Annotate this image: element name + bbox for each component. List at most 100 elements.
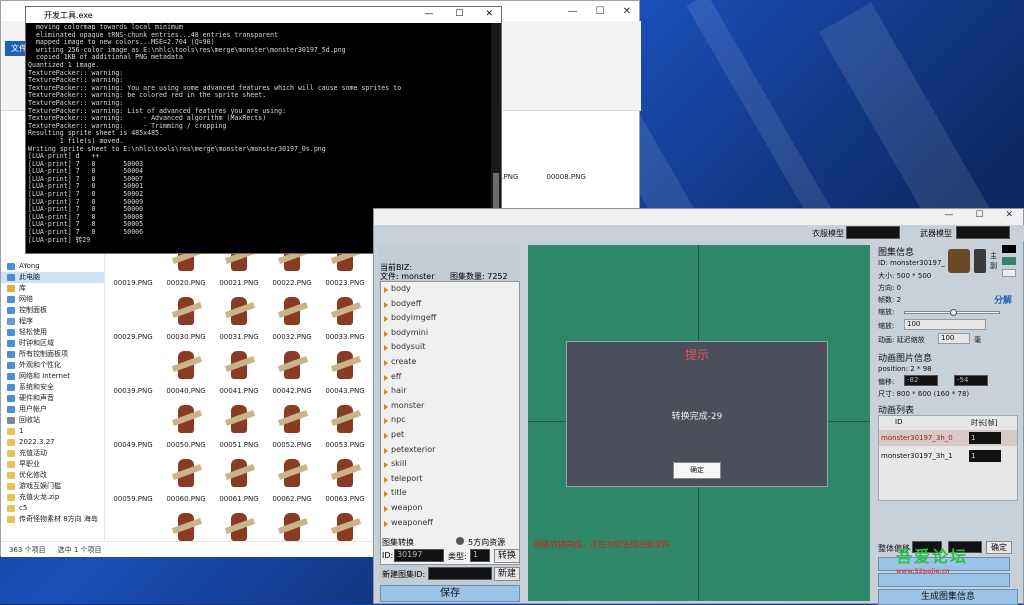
- offset-x-input[interactable]: -82: [904, 375, 938, 386]
- tree-folder-item[interactable]: create: [381, 355, 519, 370]
- tree-folder-item[interactable]: skill: [381, 457, 519, 472]
- nav-item[interactable]: 程序: [1, 316, 104, 327]
- anim-row-duration[interactable]: 1: [969, 432, 1001, 444]
- nav-item[interactable]: 时钟和区域: [1, 338, 104, 349]
- file-thumbnail[interactable]: 00039.PNG: [109, 347, 157, 400]
- scale2-input[interactable]: 100: [904, 319, 986, 330]
- nav-item[interactable]: 充值活动: [1, 448, 104, 459]
- file-thumbnail[interactable]: 00032.PNG: [268, 293, 316, 346]
- nav-item[interactable]: 外观和个性化: [1, 360, 104, 371]
- color-swatch-gray[interactable]: [1002, 269, 1016, 277]
- file-thumbnail[interactable]: 00062.PNG: [268, 455, 316, 508]
- tree-folder-item[interactable]: pet: [381, 428, 519, 443]
- weapon-model-field[interactable]: [956, 226, 1010, 239]
- dialog-ok-button[interactable]: 确定: [673, 462, 721, 479]
- nav-item[interactable]: 控制面板: [1, 305, 104, 316]
- file-thumbnail[interactable]: 00041.PNG: [215, 347, 263, 400]
- file-thumbnail[interactable]: 00043.PNG: [321, 347, 369, 400]
- nav-item[interactable]: 用户帐户: [1, 404, 104, 415]
- file-thumbnail[interactable]: 00029.PNG: [109, 293, 157, 346]
- nav-item[interactable]: 传奇怪物素材 8方向 海岛: [1, 514, 104, 525]
- file-thumbnail[interactable]: 00049.PNG: [109, 401, 157, 454]
- nav-item[interactable]: 硬件和声音: [1, 393, 104, 404]
- file-thumbnail[interactable]: 00050.PNG: [162, 401, 210, 454]
- color-swatch-teal[interactable]: [1002, 257, 1016, 265]
- nav-item[interactable]: 系统和安全: [1, 382, 104, 393]
- nav-item[interactable]: 2022.3.27: [1, 437, 104, 448]
- monster-sprite-image: [272, 293, 312, 331]
- tree-folder-item[interactable]: body: [381, 282, 519, 297]
- file-thumbnail[interactable]: 00063.PNG: [321, 455, 369, 508]
- generate-atlas-info-button[interactable]: 生成图集信息: [878, 589, 1018, 605]
- color-swatch-black[interactable]: [1002, 245, 1016, 253]
- tree-folder-item[interactable]: weaponeff: [381, 516, 519, 531]
- cloth-model-field[interactable]: [846, 226, 900, 239]
- tree-folder-item[interactable]: bodysuit: [381, 340, 519, 355]
- anim-row-duration[interactable]: 1: [969, 450, 1001, 462]
- file-item[interactable]: 00008.PNG: [546, 173, 585, 181]
- file-thumbnail[interactable]: 00040.PNG: [162, 347, 210, 400]
- type-input[interactable]: 1: [470, 549, 490, 562]
- save-button[interactable]: 保存: [380, 585, 520, 602]
- minimize-icon[interactable]: —: [944, 210, 953, 220]
- tree-folder-item[interactable]: petexterior: [381, 443, 519, 458]
- file-thumbnail[interactable]: 00033.PNG: [321, 293, 369, 346]
- file-thumbnail[interactable]: 00030.PNG: [162, 293, 210, 346]
- file-thumbnail[interactable]: 00031.PNG: [215, 293, 263, 346]
- convert-button[interactable]: 转换: [494, 549, 520, 563]
- nav-item[interactable]: 1: [1, 426, 104, 437]
- tree-folder-item[interactable]: weapon: [381, 501, 519, 516]
- anim-delay-input[interactable]: 100: [938, 333, 970, 344]
- file-thumbnail[interactable]: 00053.PNG: [321, 401, 369, 454]
- nav-item[interactable]: c5: [1, 503, 104, 514]
- maximize-icon[interactable]: ☐: [596, 6, 605, 17]
- tool-titlebar: — ☐ ✕: [374, 209, 1023, 225]
- scale-slider-knob[interactable]: [950, 309, 957, 316]
- close-icon[interactable]: ✕: [485, 9, 493, 19]
- tree-folder-item[interactable]: bodyeff: [381, 297, 519, 312]
- nav-item[interactable]: 库: [1, 283, 104, 294]
- tree-folder-item[interactable]: bodyimgeff: [381, 311, 519, 326]
- nav-item[interactable]: 网络: [1, 294, 104, 305]
- nav-item[interactable]: 充值火龙.zip: [1, 492, 104, 503]
- id-input[interactable]: 30197: [394, 549, 444, 562]
- nav-item[interactable]: 此电脑: [1, 272, 104, 283]
- nav-item[interactable]: AYong: [1, 261, 104, 272]
- tree-folder-item[interactable]: npc: [381, 413, 519, 428]
- file-thumbnail[interactable]: 00061.PNG: [215, 455, 263, 508]
- tree-folder-item[interactable]: title: [381, 486, 519, 501]
- minimize-icon[interactable]: —: [568, 6, 578, 17]
- nav-item[interactable]: 轻松使用: [1, 327, 104, 338]
- tree-folder-item[interactable]: teleport: [381, 472, 519, 487]
- nav-item-label: 1: [19, 427, 24, 435]
- file-thumbnail[interactable]: 00059.PNG: [109, 455, 157, 508]
- anim-row[interactable]: monster30197_3h_1 1: [879, 448, 1017, 464]
- close-icon[interactable]: ✕: [623, 6, 631, 17]
- tree-folder-item[interactable]: monster: [381, 399, 519, 414]
- nav-item[interactable]: 网络和 Internet: [1, 371, 104, 382]
- new-button[interactable]: 新建: [494, 567, 520, 581]
- offset-confirm-button[interactable]: 确定: [986, 541, 1012, 554]
- nav-item[interactable]: 优化修改: [1, 470, 104, 481]
- new-atlas-input[interactable]: [428, 567, 492, 580]
- file-thumbnail[interactable]: 00051.PNG: [215, 401, 263, 454]
- offset-y-input[interactable]: -54: [954, 375, 988, 386]
- five-dir-radio[interactable]: [456, 537, 464, 545]
- file-thumbnail[interactable]: 00060.PNG: [162, 455, 210, 508]
- maximize-icon[interactable]: ☐: [455, 9, 463, 19]
- minimize-icon[interactable]: —: [424, 9, 433, 19]
- nav-item[interactable]: 回收站: [1, 415, 104, 426]
- resource-tree[interactable]: body bodyeff bodyimgeff bodymini bodysuit cre…: [380, 281, 520, 565]
- tree-folder-item[interactable]: bodymini: [381, 326, 519, 341]
- nav-item[interactable]: 游戏互娱门槛: [1, 481, 104, 492]
- nav-item[interactable]: 早职业: [1, 459, 104, 470]
- anim-row[interactable]: monster30197_3h_0 1: [879, 430, 1017, 446]
- file-thumbnail[interactable]: 00042.PNG: [268, 347, 316, 400]
- maximize-icon[interactable]: ☐: [975, 210, 983, 220]
- file-thumbnail[interactable]: 00052.PNG: [268, 401, 316, 454]
- close-icon[interactable]: ✕: [1005, 210, 1013, 220]
- nav-item[interactable]: 所有控制面板项: [1, 349, 104, 360]
- tree-folder-item[interactable]: eff: [381, 370, 519, 385]
- split-button[interactable]: 分解: [994, 293, 1012, 306]
- tree-folder-item[interactable]: hair: [381, 384, 519, 399]
